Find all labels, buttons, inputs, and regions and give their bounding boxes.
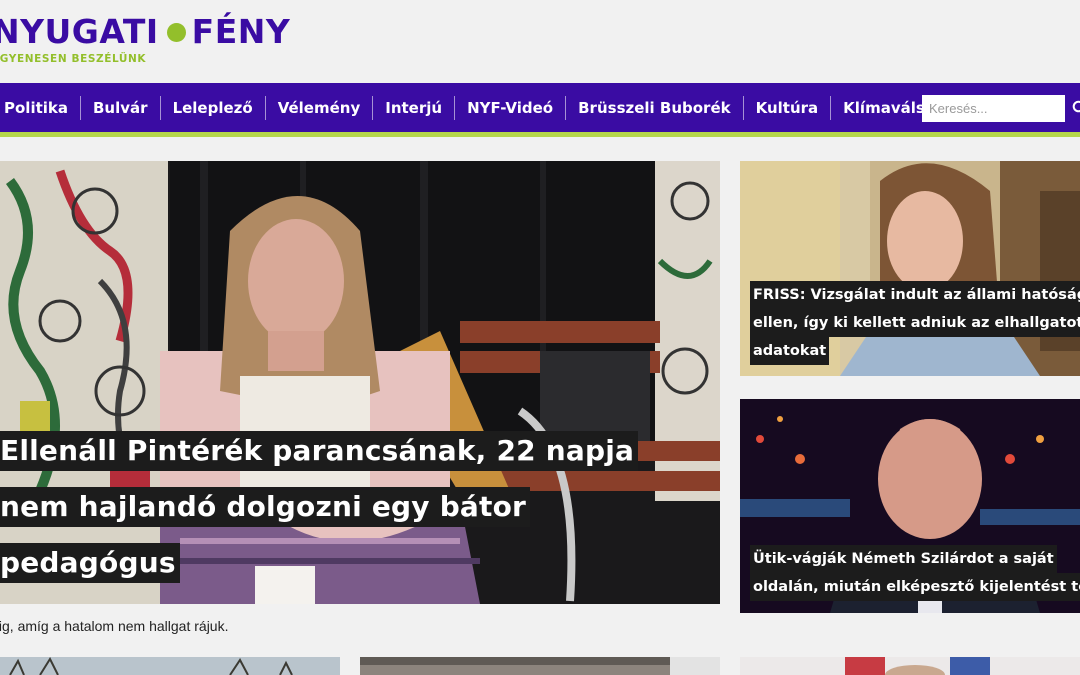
site-header: NYUGATI FÉNY EGYENESEN BESZÉLÜNK — [0, 0, 1080, 82]
article-thumbnail[interactable] — [360, 657, 720, 675]
hero-teaser: Addig, amíg a hatalom nem hallgat rájuk. — [0, 618, 229, 634]
article-thumbnail-image — [740, 657, 1080, 675]
nav-item-politika[interactable]: Politika — [0, 95, 81, 120]
side-title-line: ellen, így ki kellett adniuk az elhallga… — [750, 309, 1080, 337]
hero-title-line: Ellenáll Pintérék parancsának, 22 napja — [0, 431, 639, 471]
nav-menu: Politika Bulvár Leleplező Vélemény Inter… — [0, 83, 958, 132]
side-article-2[interactable]: Ütik-vágják Németh Szilárdot a saját old… — [740, 399, 1080, 613]
article-thumbnail-image — [360, 657, 720, 675]
nav-accent-line — [0, 132, 1080, 137]
logo-word-left: NYUGATI — [0, 12, 159, 51]
article-thumbnail-image — [0, 657, 340, 675]
nav-item-nyf-video[interactable]: NYF-Videó — [455, 95, 567, 120]
nav-item-kultura[interactable]: Kultúra — [744, 95, 832, 120]
side-title-line: oldalán, miután elképesztő kijelentést t… — [750, 573, 1080, 601]
site-logo[interactable]: NYUGATI FÉNY EGYENESEN BESZÉLÜNK — [0, 12, 290, 65]
nav-item-bulvar[interactable]: Bulvár — [81, 95, 161, 120]
hero-article[interactable]: Ellenáll Pintérék parancsának, 22 napja … — [0, 161, 720, 604]
hero-image — [0, 161, 720, 604]
logo-word-right: FÉNY — [191, 12, 291, 51]
article-thumbnail[interactable] — [0, 657, 340, 675]
hero-title-line: nem hajlandó dolgozni egy bátor — [0, 487, 531, 527]
side-article-1-title[interactable]: FRISS: Vizsgálat indult az állami hatósá… — [750, 281, 1080, 365]
side-article-1[interactable]: FRISS: Vizsgálat indult az állami hatósá… — [740, 161, 1080, 376]
logo-tagline: EGYENESEN BESZÉLÜNK — [0, 53, 147, 65]
logo-wordmark: NYUGATI FÉNY — [0, 12, 290, 52]
logo-dot-icon — [166, 22, 186, 42]
side-title-line: Ütik-vágják Németh Szilárdot a saját — [750, 545, 1057, 573]
article-thumbnail[interactable] — [740, 657, 1080, 675]
nav-item-leleplezo[interactable]: Leleplező — [161, 95, 266, 120]
side-article-2-title[interactable]: Ütik-vágják Németh Szilárdot a saját old… — [750, 545, 1080, 601]
nav-item-brusszeli-buborek[interactable]: Brüsszeli Buborék — [566, 95, 744, 120]
hero-title-line: pedagógus — [0, 543, 180, 583]
nav-item-interju[interactable]: Interjú — [373, 95, 456, 120]
side-title-line: adatokat — [750, 337, 830, 365]
search-icon[interactable] — [1072, 100, 1080, 116]
search-input[interactable] — [922, 95, 1065, 122]
main-navbar: Politika Bulvár Leleplező Vélemény Inter… — [0, 83, 1080, 132]
side-title-line: FRISS: Vizsgálat indult az állami hatósá… — [750, 281, 1080, 309]
nav-item-velemeny[interactable]: Vélemény — [266, 95, 374, 120]
